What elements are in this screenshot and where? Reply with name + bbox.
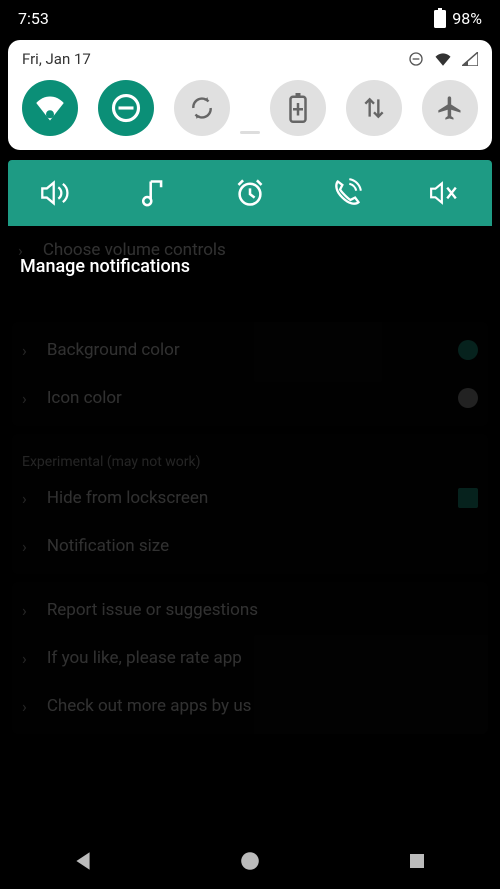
background-color-row[interactable]: › Background color bbox=[12, 326, 488, 374]
nav-recent-button[interactable] bbox=[397, 841, 437, 881]
color-swatch-teal bbox=[458, 340, 478, 360]
icon-color-label: Icon color bbox=[47, 388, 122, 408]
qs-tile-rotate[interactable] bbox=[174, 80, 230, 136]
report-issue-label: Report issue or suggestions bbox=[47, 600, 258, 620]
checkbox-checked[interactable] bbox=[458, 488, 478, 508]
battery-percent: 98% bbox=[452, 9, 482, 28]
navigation-bar bbox=[0, 833, 500, 889]
status-right: 98% bbox=[434, 8, 482, 28]
chevron-right-icon: › bbox=[22, 489, 27, 508]
nav-home-button[interactable] bbox=[230, 841, 270, 881]
auto-rotate-icon bbox=[189, 95, 215, 121]
qs-date: Fri, Jan 17 bbox=[22, 50, 91, 68]
status-bar: 7:53 98% bbox=[0, 0, 500, 36]
do-not-disturb-icon bbox=[111, 93, 141, 123]
chevron-right-icon: › bbox=[22, 601, 27, 620]
nav-back-button[interactable] bbox=[63, 841, 103, 881]
music-note-icon bbox=[142, 178, 164, 208]
wifi-icon bbox=[35, 95, 65, 121]
color-swatch-gray bbox=[458, 388, 478, 408]
about-card: › Report issue or suggestions › If you l… bbox=[12, 582, 488, 734]
rate-app-label: If you like, please rate app bbox=[47, 648, 242, 668]
icon-color-row[interactable]: › Icon color bbox=[12, 374, 488, 422]
qs-tile-battery-saver[interactable] bbox=[270, 80, 326, 136]
music-button[interactable] bbox=[133, 173, 173, 213]
signal-small-icon bbox=[462, 52, 478, 66]
alarm-button[interactable] bbox=[230, 173, 270, 213]
notification-size-label: Notification size bbox=[47, 536, 169, 556]
chevron-right-icon: › bbox=[22, 697, 27, 716]
mute-button[interactable] bbox=[424, 173, 464, 213]
hide-lockscreen-label: Hide from lockscreen bbox=[47, 488, 208, 508]
report-issue-row[interactable]: › Report issue or suggestions bbox=[12, 586, 488, 634]
media-volume-button[interactable] bbox=[36, 173, 76, 213]
notification-size-row[interactable]: › Notification size bbox=[12, 522, 488, 570]
hide-lockscreen-row[interactable]: › Hide from lockscreen bbox=[12, 474, 488, 522]
qs-tiles bbox=[22, 80, 478, 136]
airplane-icon bbox=[436, 94, 464, 122]
manage-notifications-title: Manage notifications bbox=[14, 246, 196, 287]
qs-tile-airplane[interactable] bbox=[422, 80, 478, 136]
qs-header: Fri, Jan 17 bbox=[22, 50, 478, 68]
qs-tile-dnd[interactable] bbox=[98, 80, 154, 136]
settings-content: Manage notifications › Choose volume con… bbox=[0, 226, 500, 734]
mobile-data-icon bbox=[363, 95, 385, 121]
chevron-right-icon: › bbox=[22, 389, 27, 408]
chevron-right-icon: › bbox=[22, 649, 27, 668]
more-apps-row[interactable]: › Check out more apps by us bbox=[12, 682, 488, 730]
volume-icon bbox=[40, 178, 72, 208]
volume-media-bar bbox=[8, 160, 492, 226]
back-triangle-icon bbox=[72, 850, 94, 872]
more-apps-label: Check out more apps by us bbox=[47, 696, 252, 716]
recent-square-icon bbox=[407, 851, 427, 871]
qs-handle[interactable] bbox=[240, 131, 260, 134]
quick-settings-panel: Fri, Jan 17 bbox=[8, 40, 492, 150]
battery-icon bbox=[434, 8, 446, 28]
chevron-right-icon: › bbox=[22, 537, 27, 556]
dimmed-region: › Choose volume controls › Background co… bbox=[8, 226, 492, 734]
chevron-right-icon: › bbox=[22, 341, 27, 360]
call-icon bbox=[332, 178, 362, 208]
experimental-label: Experimental (may not work) bbox=[12, 438, 488, 474]
status-time: 7:53 bbox=[18, 9, 49, 28]
qs-header-icons bbox=[408, 51, 478, 67]
notification-area bbox=[8, 160, 492, 226]
call-button[interactable] bbox=[327, 173, 367, 213]
mute-icon bbox=[429, 180, 459, 206]
wifi-small-icon bbox=[434, 52, 452, 66]
rate-app-row[interactable]: › If you like, please rate app bbox=[12, 634, 488, 682]
qs-tile-mobile-data[interactable] bbox=[346, 80, 402, 136]
home-circle-icon bbox=[239, 850, 261, 872]
alarm-icon bbox=[235, 178, 265, 208]
dnd-small-icon bbox=[408, 51, 424, 67]
background-color-label: Background color bbox=[47, 340, 180, 360]
battery-saver-icon bbox=[289, 93, 307, 123]
qs-tile-wifi[interactable] bbox=[22, 80, 78, 136]
experimental-card: Experimental (may not work) › Hide from … bbox=[12, 434, 488, 574]
color-card: › Background color › Icon color bbox=[12, 322, 488, 426]
